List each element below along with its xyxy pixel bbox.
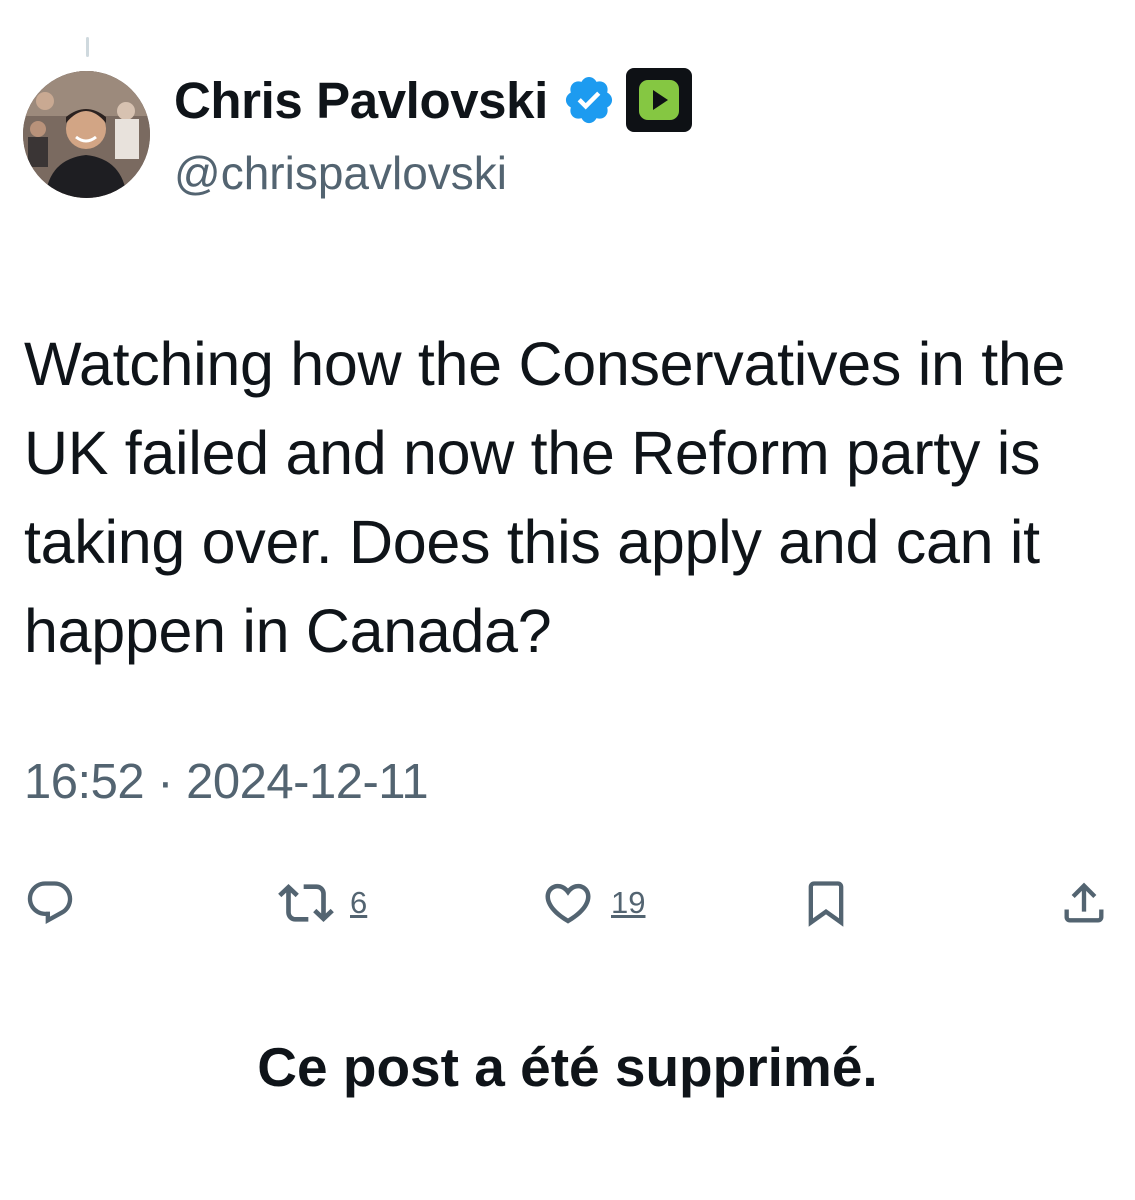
tweet-actions-bar: 6 19 xyxy=(0,868,1135,938)
author-row: Chris Pavlovski xyxy=(174,68,692,132)
author-display-name[interactable]: Chris Pavlovski xyxy=(174,75,548,126)
like-button[interactable]: 19 xyxy=(541,868,645,938)
author-handle[interactable]: @chrispavlovski xyxy=(174,150,507,196)
retweet-count[interactable]: 6 xyxy=(350,885,367,921)
retweet-button[interactable]: 6 xyxy=(278,868,367,938)
retweet-icon xyxy=(278,884,334,922)
reply-icon xyxy=(27,881,73,925)
tweet-timestamp[interactable]: 16:52 · 2024-12-11 xyxy=(24,758,429,807)
avatar-photo xyxy=(23,71,150,198)
share-icon xyxy=(1064,882,1104,923)
bookmark-button[interactable] xyxy=(800,868,852,938)
share-button[interactable] xyxy=(1058,868,1110,938)
reply-button[interactable] xyxy=(24,868,76,938)
tweet-text: Watching how the Conservatives in the UK… xyxy=(24,330,1066,665)
thread-connector-line xyxy=(86,37,89,57)
bookmark-icon xyxy=(808,881,844,927)
deleted-post-notice: Ce post a été supprimé. xyxy=(257,1036,878,1098)
verified-badge-icon[interactable] xyxy=(562,73,616,127)
heart-icon xyxy=(545,883,591,924)
like-count[interactable]: 19 xyxy=(611,885,645,921)
avatar[interactable] xyxy=(23,71,150,198)
rumble-app-badge-icon[interactable] xyxy=(625,68,692,132)
